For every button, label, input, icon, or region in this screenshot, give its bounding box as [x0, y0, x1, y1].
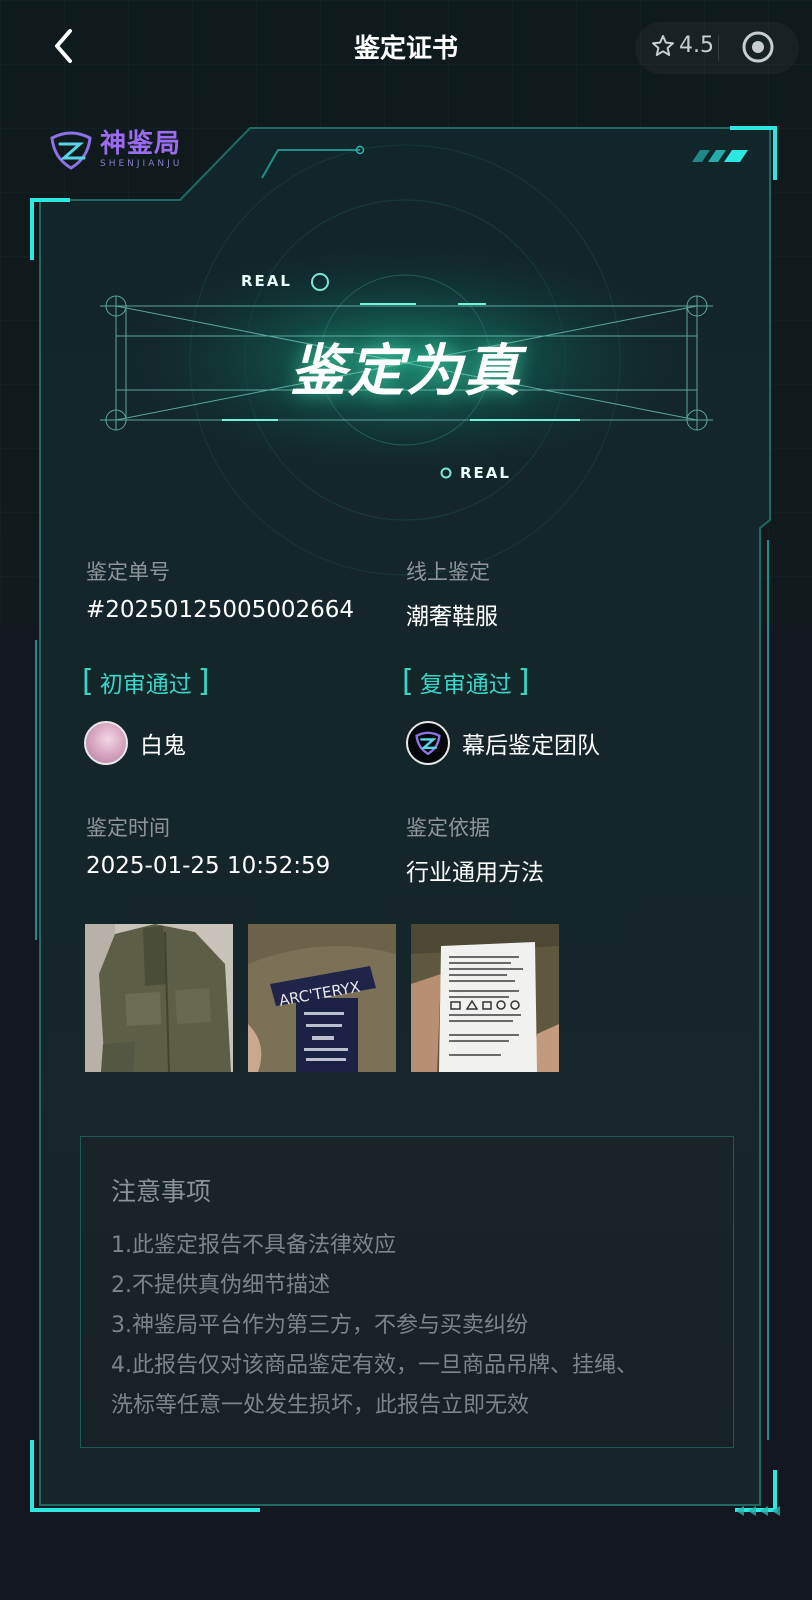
- avatar: [84, 721, 128, 765]
- first-review-text: 初审通过: [99, 671, 192, 698]
- shield-logo-icon: [50, 131, 92, 170]
- second-reviewer[interactable]: 幕后鉴定团队: [406, 721, 600, 765]
- second-reviewer-name: 幕后鉴定团队: [462, 733, 600, 759]
- jacket-photo[interactable]: [85, 924, 233, 1072]
- notice-item: 1.此鉴定报告不具备法律效应: [111, 1233, 396, 1258]
- brand-logo: 神鉴局 SHENJIANJU: [48, 130, 182, 170]
- first-reviewer-name: 白鬼: [140, 733, 186, 759]
- time-value: 2025-01-25 10:52:59: [86, 853, 331, 879]
- neck-label-photo[interactable]: ARC'TERYX: [248, 924, 396, 1072]
- notice-item: 洗标等任意一处发生损坏，此报告立即无效: [111, 1393, 530, 1418]
- notice-box: 注意事项 1.此鉴定报告不具备法律效应 2.不提供真伪细节描述 3.神鉴局平台作…: [80, 1136, 734, 1448]
- notice-item: 3.神鉴局平台作为第三方，不参与买卖纠纷: [111, 1313, 528, 1338]
- second-review-text: 复审通过: [419, 671, 512, 698]
- logo-subtitle: SHENJIANJU: [100, 159, 183, 169]
- notice-item: 2.不提供真伪细节描述: [111, 1273, 330, 1298]
- first-reviewer[interactable]: 白鬼: [84, 721, 186, 765]
- care-label-photo[interactable]: [411, 924, 559, 1072]
- mode-label: 线上鉴定: [406, 560, 490, 584]
- real-tag-bottom: REAL: [460, 464, 511, 482]
- shield-logo-icon: [415, 731, 441, 755]
- second-review-badge: [复审通过]: [402, 664, 530, 699]
- order-number-label: 鉴定单号: [86, 560, 170, 584]
- basis-value: 行业通用方法: [406, 860, 544, 886]
- real-tag-top: REAL: [241, 272, 292, 290]
- logo-name: 神鉴局: [100, 129, 182, 159]
- time-label: 鉴定时间: [86, 816, 170, 840]
- avatar: [406, 721, 450, 765]
- notice-item: 4.此报告仅对该商品鉴定有效，一旦商品吊牌、挂绳、: [111, 1353, 638, 1378]
- basis-label: 鉴定依据: [406, 816, 490, 840]
- notice-title: 注意事项: [111, 1177, 212, 1206]
- first-review-badge: [初审通过]: [82, 664, 210, 699]
- order-number-value: #20250125005002664: [86, 597, 355, 623]
- mode-value: 潮奢鞋服: [406, 604, 498, 630]
- verdict-title: 鉴定为真: [290, 339, 522, 404]
